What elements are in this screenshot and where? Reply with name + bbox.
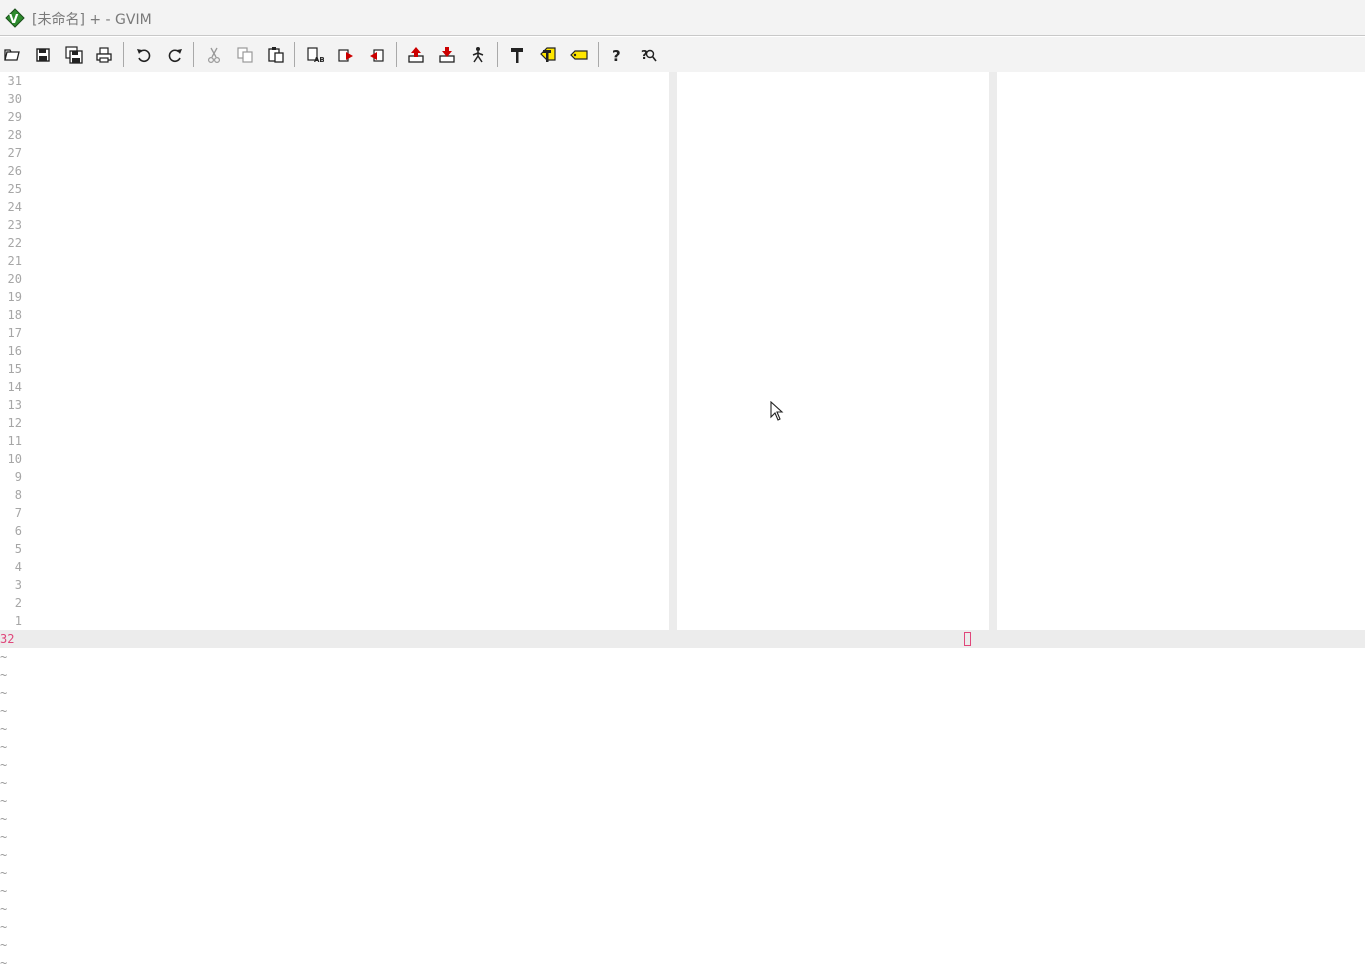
tag-icon[interactable]	[568, 44, 590, 66]
line-number: 4	[14, 560, 22, 574]
empty-line-marker: ~	[0, 686, 8, 700]
empty-line-marker: ~	[0, 848, 8, 862]
empty-line-marker: ~	[0, 830, 8, 844]
window-title: [未命名] + - GVIM	[32, 12, 152, 28]
save-icon[interactable]	[32, 44, 54, 66]
find-help-icon[interactable]: ?	[638, 44, 660, 66]
line-number: 1	[14, 614, 22, 628]
line-number: 25	[7, 182, 22, 196]
empty-line-marker: ~	[0, 812, 8, 826]
line-number: 7	[14, 506, 22, 520]
toolbar-separator	[123, 42, 124, 67]
line-number: 22	[7, 236, 22, 250]
line-number: 23	[7, 218, 22, 232]
find-next-icon[interactable]	[335, 44, 357, 66]
empty-line-marker: ~	[0, 650, 8, 664]
empty-line-marker: ~	[0, 920, 8, 934]
empty-line-marker: ~	[0, 758, 8, 772]
redo-icon[interactable]	[164, 44, 186, 66]
line-number: 12	[7, 416, 22, 430]
line-number: 8	[14, 488, 22, 502]
editor-area[interactable]	[0, 72, 1365, 972]
run-script-icon[interactable]	[467, 44, 489, 66]
line-number: 29	[7, 110, 22, 124]
line-number: 18	[7, 308, 22, 322]
paste-icon[interactable]	[265, 44, 287, 66]
toolbar-separator	[193, 42, 194, 67]
line-number: 3	[14, 578, 22, 592]
line-number: 2	[14, 596, 22, 610]
empty-line-marker: ~	[0, 956, 8, 970]
open-file-icon[interactable]	[1, 44, 23, 66]
mouse-pointer-icon	[770, 401, 784, 421]
save-all-icon[interactable]	[63, 44, 85, 66]
find-replace-icon[interactable]: AB	[304, 44, 326, 66]
empty-line-marker: ~	[0, 704, 8, 718]
current-line-number: 32	[0, 632, 15, 646]
line-number: 11	[7, 434, 22, 448]
toolbar-separator	[396, 42, 397, 67]
line-number: 28	[7, 128, 22, 142]
undo-icon[interactable]	[133, 44, 155, 66]
print-icon[interactable]	[93, 44, 115, 66]
toolbar-separator	[598, 42, 599, 67]
empty-line-marker: ~	[0, 776, 8, 790]
line-number: 9	[14, 470, 22, 484]
svg-text:?: ?	[612, 47, 621, 64]
line-number: 30	[7, 92, 22, 106]
colorcolumn-marker	[989, 72, 997, 630]
copy-icon	[234, 44, 256, 66]
line-number: 13	[7, 398, 22, 412]
line-number: 21	[7, 254, 22, 268]
toolbar-separator	[294, 42, 295, 67]
gvim-logo-icon: V	[5, 8, 25, 28]
save-session-icon[interactable]	[436, 44, 458, 66]
line-number-gutter: 31 30 29 28 27 26 25 24 23 22 21 20 19 18 17 16 15 14 13 12…	[0, 72, 22, 630]
svg-text:V: V	[9, 12, 19, 26]
line-number: 26	[7, 164, 22, 178]
make-icon[interactable]	[506, 44, 528, 66]
line-number: 15	[7, 362, 22, 376]
line-number: 20	[7, 272, 22, 286]
colorcolumn-marker	[669, 72, 677, 630]
empty-line-markers: ~ ~ ~ ~ ~ ~ ~ ~ ~ ~ ~ ~ ~ ~ ~ ~ ~ ~	[0, 648, 7, 972]
line-number: 6	[14, 524, 22, 538]
line-number: 31	[7, 74, 22, 88]
toolbar-separator	[497, 42, 498, 67]
svg-text:AB: AB	[314, 56, 324, 64]
toolbar: AB ? ?	[0, 37, 1365, 72]
line-number: 24	[7, 200, 22, 214]
empty-line-marker: ~	[0, 740, 8, 754]
empty-line-marker: ~	[0, 794, 8, 808]
line-number: 10	[7, 452, 22, 466]
line-number: 16	[7, 344, 22, 358]
empty-line-marker: ~	[0, 884, 8, 898]
cut-icon	[203, 44, 225, 66]
cursor-line: 32	[0, 630, 1365, 648]
line-number: 19	[7, 290, 22, 304]
title-bar: V [未命名] + - GVIM	[0, 0, 1365, 36]
find-prev-icon[interactable]	[366, 44, 388, 66]
line-number: 14	[7, 380, 22, 394]
line-number: 5	[14, 542, 22, 556]
empty-line-marker: ~	[0, 902, 8, 916]
empty-line-marker: ~	[0, 938, 8, 952]
line-number: 27	[7, 146, 22, 160]
load-session-icon[interactable]	[405, 44, 427, 66]
empty-line-marker: ~	[0, 722, 8, 736]
empty-line-marker: ~	[0, 668, 8, 682]
help-icon[interactable]: ?	[606, 44, 628, 66]
line-number: 17	[7, 326, 22, 340]
text-cursor	[964, 632, 971, 646]
ctags-icon[interactable]	[537, 44, 559, 66]
empty-line-marker: ~	[0, 866, 8, 880]
